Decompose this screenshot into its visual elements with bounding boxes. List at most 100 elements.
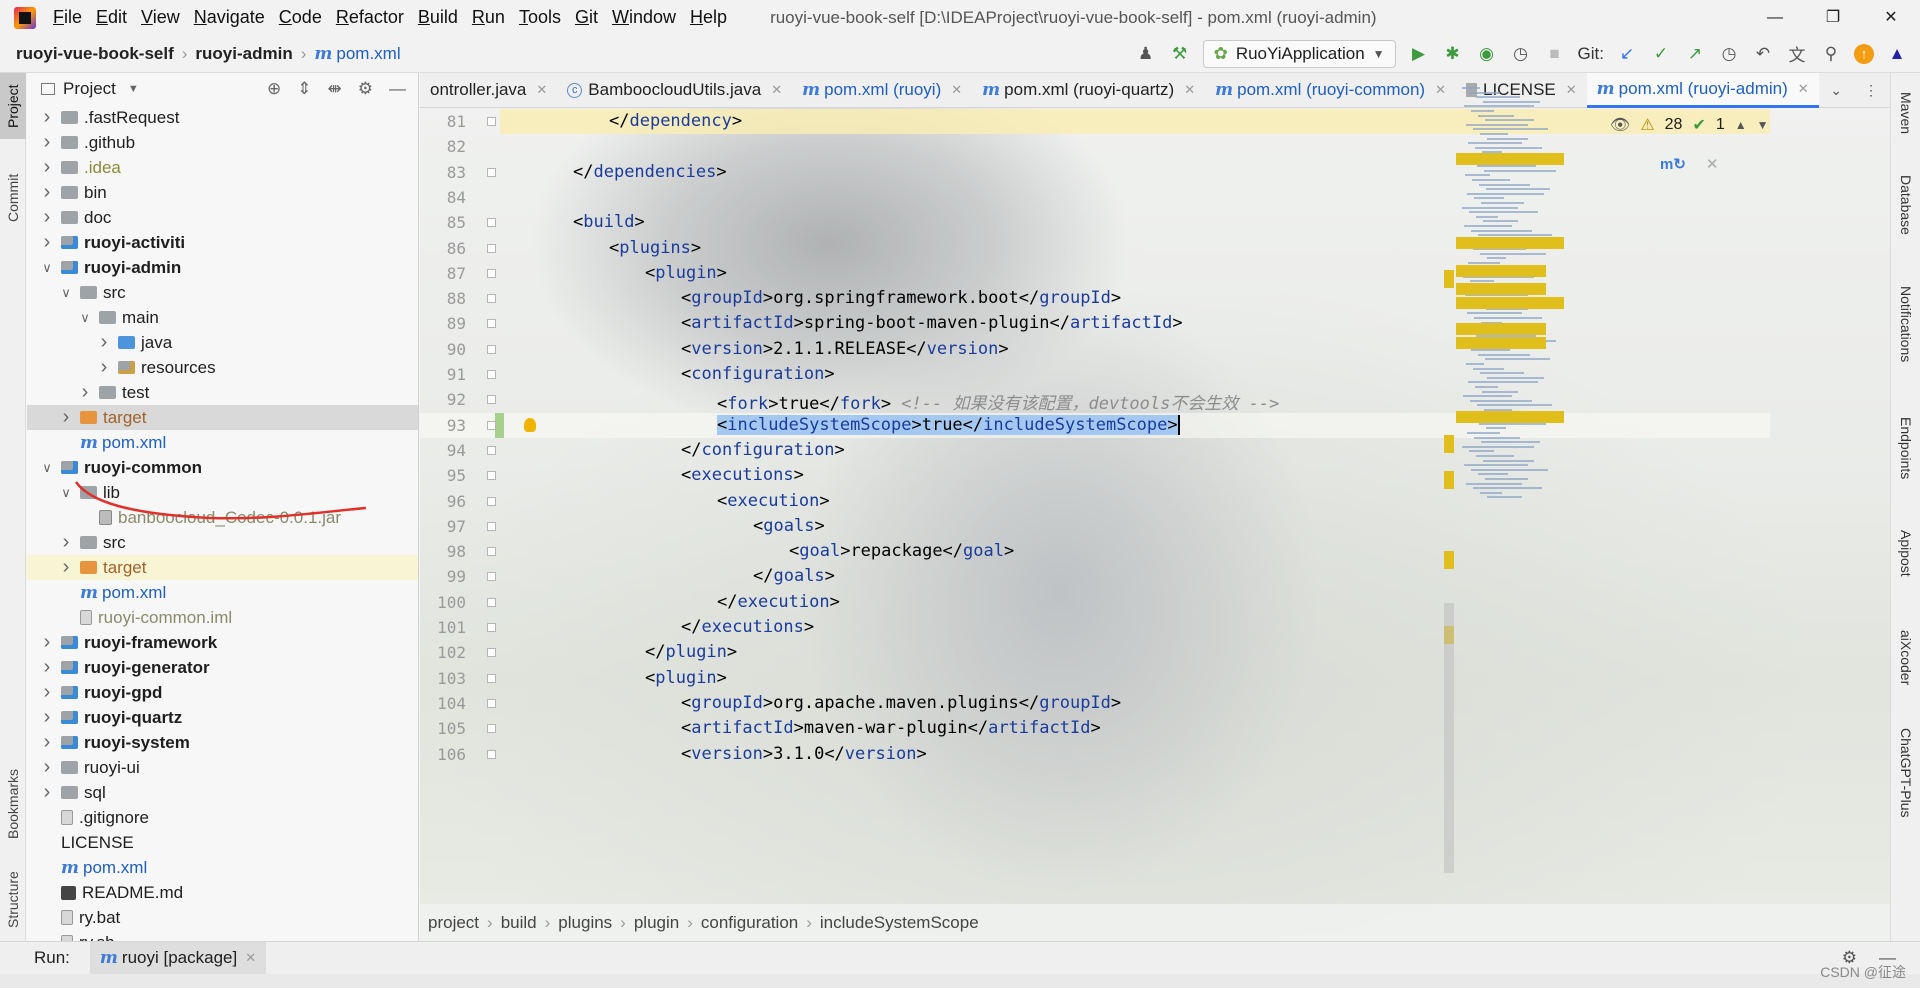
close-icon[interactable]: ✕ [1862,0,1920,35]
code-line[interactable]: </plugin> [645,642,737,662]
tool-tab-commit[interactable]: Commit [0,165,26,231]
menu-navigate[interactable]: Navigate [187,0,272,35]
fold-marker-icon[interactable] [487,521,496,531]
menu-file[interactable]: File [46,0,89,35]
editor-tab[interactable]: m pom.xml (ruoyi-admin) ✕ [1586,73,1819,108]
tool-tab-bookmarks[interactable]: Bookmarks [0,763,26,845]
fold-marker-icon[interactable] [487,420,496,430]
tool-tab-maven[interactable]: Maven [1891,83,1920,143]
fold-marker-icon[interactable] [487,597,496,607]
editor-breadcrumb-item[interactable]: project [428,913,479,933]
tree-item[interactable]: › .fastRequest [27,105,418,130]
chevron-right-icon[interactable]: › [39,231,55,254]
fold-marker-icon[interactable] [487,294,496,304]
fold-marker-icon[interactable] [487,698,496,708]
chevron-right-icon[interactable]: › [39,681,55,704]
tree-item[interactable]: ›LICENSE [27,830,418,855]
debug-icon[interactable]: ✱ [1442,43,1464,65]
run-tab[interactable]: m ruoyi [package] ✕ [89,941,267,975]
tool-tab-database[interactable]: Database [1891,165,1920,245]
tree-item[interactable]: ›banboocloud_Codec-0.0.1.jar [27,505,418,530]
tree-item[interactable]: ∨ main [27,305,418,330]
close-icon[interactable]: ✕ [1435,82,1446,98]
fold-marker-icon[interactable] [487,319,496,329]
chevron-right-icon[interactable]: › [77,381,93,404]
minimap[interactable] [1456,87,1584,507]
user-icon[interactable]: ♟ [1135,43,1157,65]
fold-marker-icon[interactable] [487,117,496,126]
chevron-right-icon[interactable]: › [39,631,55,654]
fold-marker-icon[interactable] [487,445,496,455]
fold-marker-icon[interactable] [487,395,496,405]
code-line[interactable]: </configuration> [681,440,845,460]
history-icon[interactable]: ◷ [1718,43,1740,65]
tree-item[interactable]: › target [27,555,418,580]
reader-mode-icon[interactable]: 👁 [1610,115,1630,135]
code-line[interactable]: <includeSystemScope>true</includeSystemS… [717,414,1180,435]
tree-item[interactable]: › ruoyi-generator [27,655,418,680]
tree-item[interactable]: › ruoyi-framework [27,630,418,655]
locate-icon[interactable]: ⊕ [267,79,281,99]
rollback-icon[interactable]: ↶ [1752,43,1774,65]
warning-stripe-mark[interactable] [1444,435,1454,453]
fold-marker-icon[interactable] [487,623,496,632]
tool-tab-structure[interactable]: Structure [0,863,26,937]
run-configuration-select[interactable]: ✿ RuoYiApplication ▼ [1202,39,1396,68]
run-icon[interactable]: ▶ [1408,43,1430,65]
tree-item[interactable]: ›mpom.xml [27,430,418,455]
fold-marker-icon[interactable] [487,471,496,481]
menu-help[interactable]: Help [683,0,734,35]
hide-icon[interactable]: — [389,79,406,99]
inspection-widget[interactable]: 👁 ⚠ 28 ✔ 1 ▲ ▼ [1610,115,1769,135]
editor-breadcrumb-item[interactable]: plugins [558,913,612,933]
tree-item[interactable]: › bin [27,180,418,205]
fold-marker-icon[interactable] [487,268,496,278]
code-line[interactable]: </dependency> [609,111,742,131]
chevron-down-icon[interactable]: ∨ [39,260,55,276]
changed-line-marker[interactable] [495,412,504,438]
fold-marker-icon[interactable] [487,547,496,557]
code-line[interactable]: <build> [573,212,645,232]
code-line[interactable]: <fork>true</fork> <!-- 如果没有该配置，devtools不… [717,389,1279,414]
tree-item[interactable]: › ruoyi-quartz [27,705,418,730]
code-line[interactable]: <version>2.1.1.RELEASE</version> [681,339,1009,359]
fold-marker-icon[interactable] [487,749,496,759]
tree-item[interactable]: ›ry.sh [27,930,418,941]
code-line[interactable]: <goals> [753,516,825,536]
code-line[interactable]: <artifactId>maven-war-plugin</artifactId… [681,718,1101,738]
close-icon[interactable]: ✕ [771,82,782,98]
chevron-right-icon[interactable]: › [39,706,55,729]
fold-marker-icon[interactable] [487,370,496,379]
tree-item[interactable]: ∨ ruoyi-admin [27,255,418,280]
git-commit-icon[interactable]: ✓ [1650,43,1672,65]
code-line[interactable]: <groupId>org.apache.maven.plugins</group… [681,693,1121,713]
jetbrains-toolbox-icon[interactable]: ▲ [1886,43,1908,65]
tree-item[interactable]: ∨ src [27,280,418,305]
menu-window[interactable]: Window [605,0,683,35]
tree-item[interactable]: › ruoyi-ui [27,755,418,780]
search-icon[interactable]: ⚲ [1820,43,1842,65]
code-line[interactable]: <configuration> [681,364,835,384]
close-icon[interactable]: ✕ [1798,81,1809,97]
menu-view[interactable]: View [134,0,187,35]
chevron-right-icon[interactable]: › [39,656,55,679]
breadcrumb-project[interactable]: ruoyi-vue-book-self [16,44,174,64]
editor-breadcrumb-item[interactable]: configuration [701,913,798,933]
chevron-down-icon[interactable]: ∨ [58,285,74,301]
chevron-right-icon[interactable]: › [58,406,74,429]
fold-marker-icon[interactable] [487,572,496,582]
chevron-right-icon[interactable]: › [39,781,55,804]
maven-reload-icon[interactable]: m↻ [1660,155,1686,173]
editor-breadcrumb-item[interactable]: plugin [634,913,679,933]
tree-item[interactable]: › ruoyi-gpd [27,680,418,705]
close-icon[interactable]: ✕ [536,82,547,98]
tree-item[interactable]: › java [27,330,418,355]
fold-marker-icon[interactable] [487,648,496,658]
profile-icon[interactable]: ◷ [1510,43,1532,65]
code-line[interactable]: <plugins> [609,238,701,258]
editor-tab[interactable]: ontroller.java ✕ [420,73,557,108]
tool-tab-aixcoder[interactable]: aiXcoder [1891,613,1920,703]
tool-tab-project[interactable]: Project [0,73,26,139]
chevron-down-icon[interactable]: ∨ [77,310,93,326]
chevron-right-icon[interactable]: › [39,131,55,154]
